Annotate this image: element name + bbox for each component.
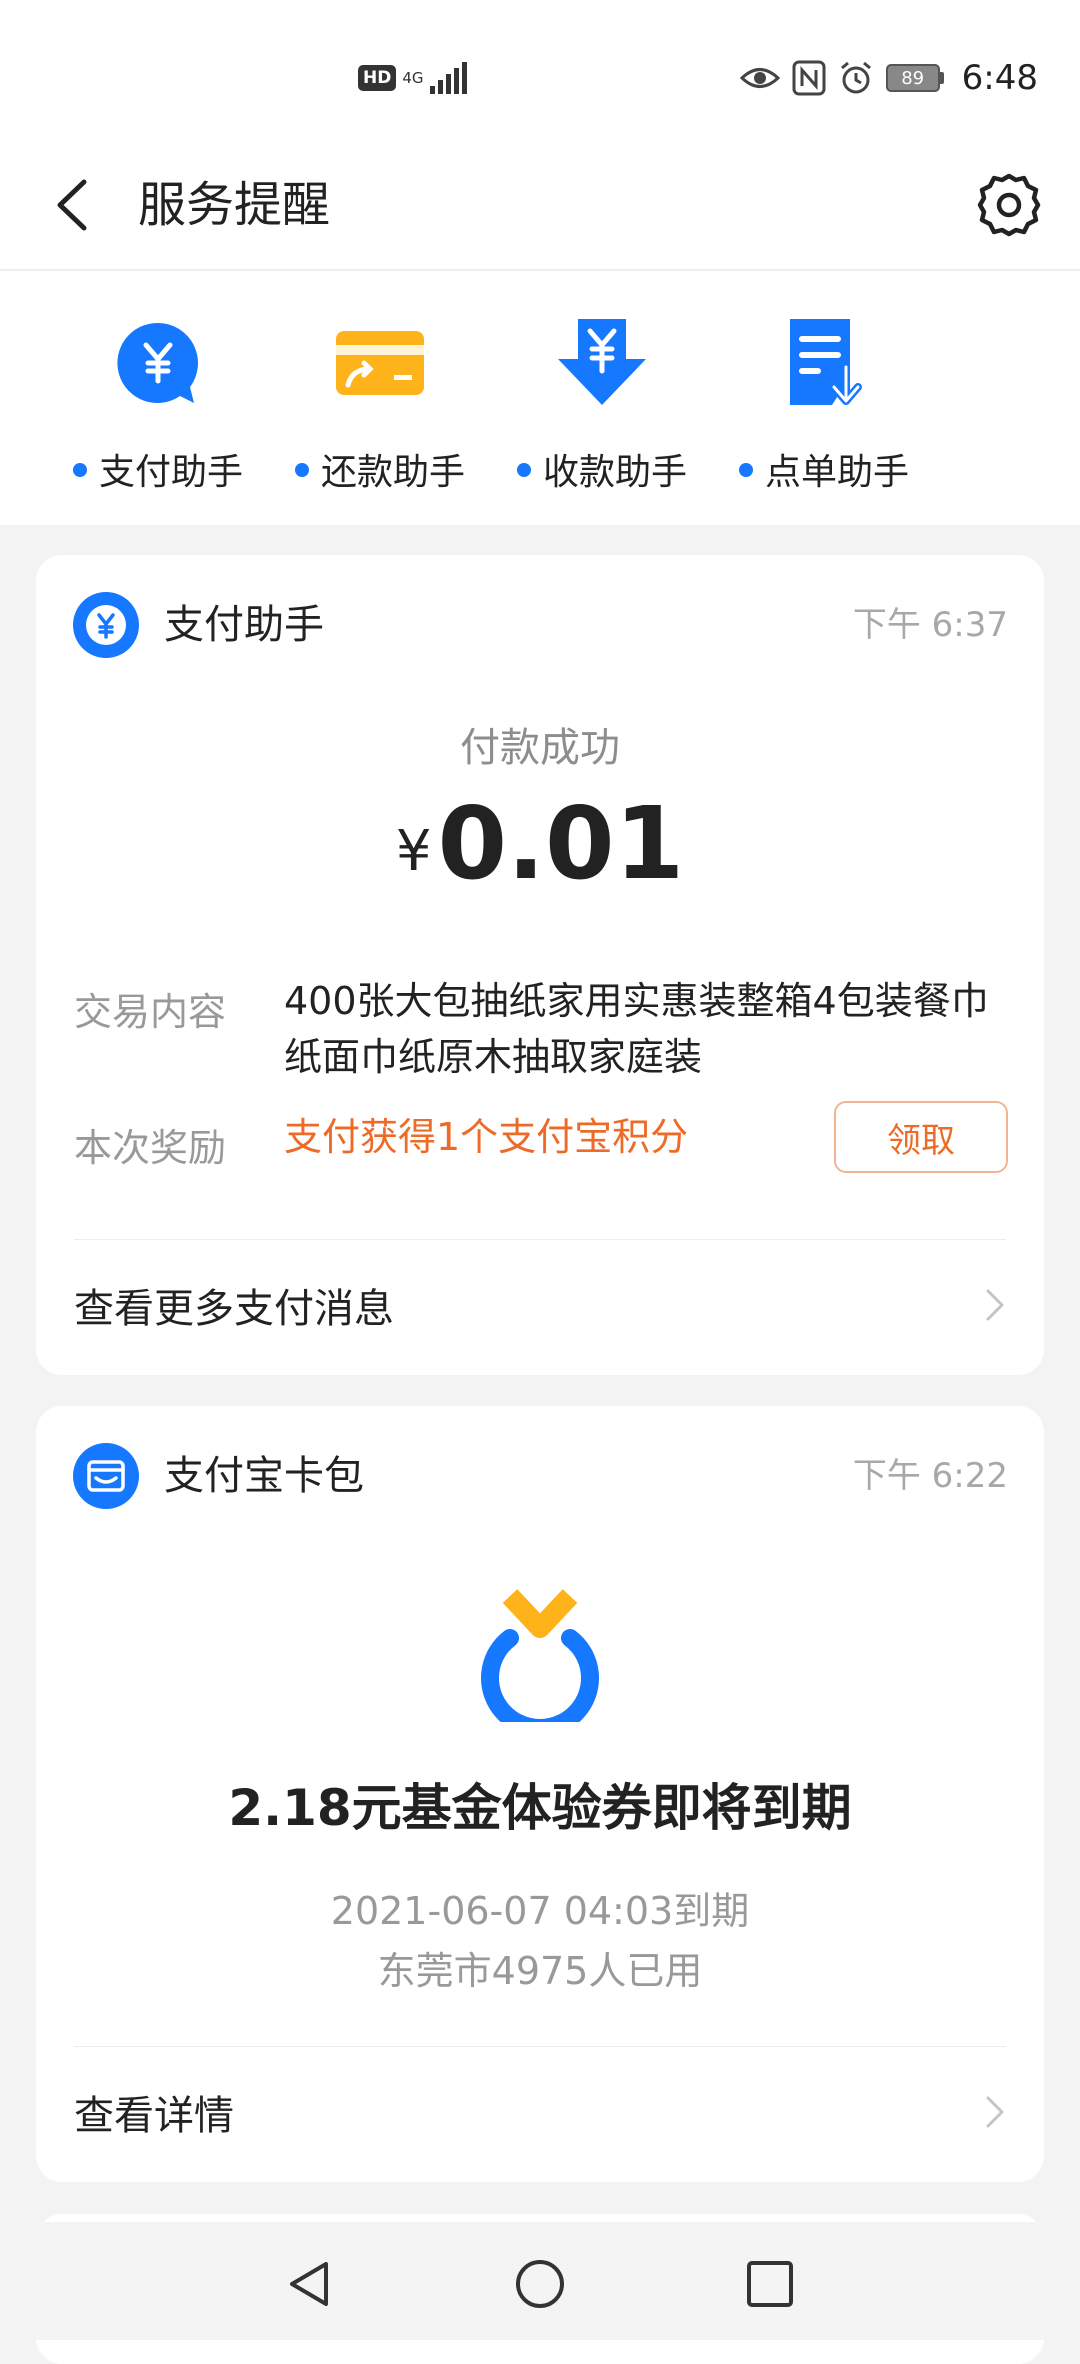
reward-label: 本次奖励 bbox=[74, 1126, 227, 1170]
page-title: 服务提醒 bbox=[138, 177, 331, 233]
reward-value: 支付获得1个支付宝积分 bbox=[284, 1115, 689, 1159]
claim-button[interactable]: 领取 bbox=[834, 1101, 1008, 1173]
view-details-label: 查看详情 bbox=[74, 2093, 234, 2139]
payment-message-card: 支付助手 下午 6:37 付款成功 ¥0.01 交易内容 400张大包抽纸家用实… bbox=[36, 555, 1044, 1375]
back-button[interactable] bbox=[40, 170, 110, 240]
shortcut-payment-assistant[interactable]: 支付助手 bbox=[58, 315, 258, 495]
settings-button[interactable] bbox=[972, 168, 1046, 242]
content-value: 400张大包抽纸家用实惠装整箱4包装餐巾纸面巾纸原木抽取家庭装 bbox=[284, 979, 989, 1079]
card-repay-icon bbox=[336, 331, 424, 395]
recents-square-icon[interactable] bbox=[742, 2256, 798, 2312]
nfc-icon bbox=[792, 60, 826, 96]
content-label: 交易内容 bbox=[74, 990, 227, 1034]
shortcut-collection-assistant[interactable]: 收款助手 bbox=[502, 315, 702, 495]
shortcut-label: 收款助手 bbox=[502, 443, 702, 495]
yuan-chat-icon bbox=[73, 592, 139, 658]
card-wallet-icon bbox=[73, 1443, 139, 1509]
order-list-icon bbox=[790, 319, 862, 405]
yuan-chat-icon bbox=[117, 322, 198, 403]
shortcut-order-assistant[interactable]: 点单助手 bbox=[724, 315, 924, 495]
signal-icon bbox=[429, 62, 467, 94]
payment-status: 付款成功 bbox=[460, 725, 620, 771]
status-right: 89 6:48 bbox=[739, 56, 1038, 100]
shortcut-label: 还款助手 bbox=[280, 443, 480, 495]
back-triangle-icon[interactable] bbox=[282, 2256, 338, 2312]
coupon-usage: 东莞市4975人已用 bbox=[377, 1949, 703, 1993]
view-more-payments-link[interactable]: 查看更多支付消息 bbox=[36, 1240, 1044, 1370]
shortcut-label: 点单助手 bbox=[724, 443, 924, 495]
wallet-message-card: 支付宝卡包 下午 6:22 2.18元基金体验券即将到期 2021-06-07 … bbox=[36, 1406, 1044, 2182]
hd-badge: HD bbox=[358, 65, 397, 91]
battery-level: 89 bbox=[885, 64, 940, 92]
card-title: 支付宝卡包 bbox=[164, 1453, 364, 1499]
coupon-expiry: 2021-06-07 04:03到期 bbox=[330, 1889, 750, 1933]
battery-icon: 89 bbox=[885, 64, 944, 92]
chevron-right-icon bbox=[986, 1289, 1004, 1321]
view-details-link[interactable]: 查看详情 bbox=[36, 2047, 1044, 2177]
yuan-download-icon bbox=[558, 319, 646, 405]
view-more-label: 查看更多支付消息 bbox=[74, 1286, 394, 1332]
card-timestamp: 下午 6:22 bbox=[852, 1456, 1008, 1496]
signal-group: HD 4G bbox=[358, 58, 467, 98]
status-bar: HD 4G 89 6:48 bbox=[0, 0, 1080, 140]
system-navigation-bar bbox=[0, 2222, 1080, 2340]
currency-symbol: ¥ bbox=[395, 819, 432, 884]
network-type: 4G bbox=[402, 69, 424, 87]
assistant-shortcuts: 支付助手 还款助手 收款助手 点单助手 bbox=[0, 271, 1080, 525]
gear-icon bbox=[977, 173, 1041, 237]
alarm-icon bbox=[840, 61, 871, 94]
coupon-title: 2.18元基金体验券即将到期 bbox=[228, 1779, 852, 1837]
fund-coupon-logo-icon bbox=[481, 1589, 599, 1722]
clock: 6:48 bbox=[961, 58, 1038, 98]
shortcut-label: 支付助手 bbox=[58, 443, 258, 495]
card-title: 支付助手 bbox=[164, 602, 324, 648]
chevron-left-icon bbox=[57, 179, 87, 231]
home-circle-icon[interactable] bbox=[512, 2256, 568, 2312]
amount-value: 0.01 bbox=[437, 785, 685, 902]
card-timestamp: 下午 6:37 bbox=[852, 605, 1008, 645]
page-header: 服务提醒 bbox=[0, 140, 1080, 270]
eye-icon bbox=[739, 68, 780, 88]
chevron-right-icon bbox=[986, 2096, 1004, 2128]
payment-amount: ¥0.01 bbox=[36, 785, 1044, 902]
shortcut-repayment-assistant[interactable]: 还款助手 bbox=[280, 315, 480, 495]
